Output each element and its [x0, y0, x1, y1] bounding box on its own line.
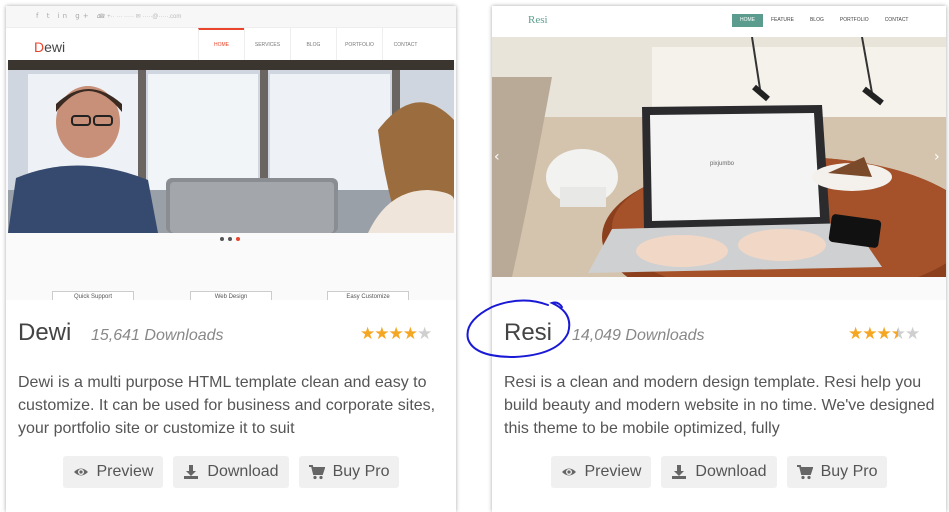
- feature-box: Web Design: [190, 291, 272, 300]
- svg-text:pixjumbo: pixjumbo: [710, 161, 735, 167]
- rating-stars: ★★★★★: [360, 324, 432, 344]
- thumbnail-nav-item: PORTFOLIO: [336, 28, 382, 62]
- download-button[interactable]: Download: [173, 456, 289, 488]
- star-icon: ★: [417, 324, 432, 344]
- star-icon: ★: [402, 324, 418, 344]
- download-label: Download: [207, 463, 279, 480]
- action-buttons: Preview Download Buy Pro: [6, 456, 456, 488]
- template-description: Resi is a clean and modern design templa…: [504, 374, 935, 437]
- thumbnail-nav-item: BLOG: [809, 17, 824, 23]
- thumbnail-header: Dewi HOME SERVICES BLOG PORTFOLIO CONTAC…: [6, 28, 456, 62]
- template-description: Dewi is a multi purpose HTML template cl…: [18, 374, 436, 437]
- star-icon: ★: [374, 324, 389, 344]
- template-card-resi: Resi HOME FEATURE BLOG PORTFOLIO CONTACT: [492, 6, 946, 512]
- template-title[interactable]: Resi: [504, 319, 552, 347]
- thumbnail-topbar: f t in g+ ⌂ ☎ +·· ··· ····· ✉ ·····@····…: [6, 6, 456, 28]
- star-icon: ★: [848, 324, 863, 344]
- rating-stars: ★★★★★: [848, 324, 920, 344]
- slider-dots[interactable]: [220, 237, 240, 243]
- social-icons: f t in g+ ⌂: [36, 12, 105, 20]
- eye-icon: [561, 468, 576, 476]
- template-card-dewi: f t in g+ ⌂ ☎ +·· ··· ····· ✉ ·····@····…: [6, 6, 456, 512]
- thumbnail-nav-item: HOME: [198, 28, 244, 62]
- thumbnail-nav-item: HOME: [732, 14, 763, 27]
- thumbnail-nav: HOME SERVICES BLOG PORTFOLIO CONTACT: [198, 28, 428, 62]
- template-info: Resi 14,049 Downloads ★★★★★ Resi is a cl…: [492, 300, 946, 512]
- svg-text:›: ›: [934, 149, 940, 165]
- cart-icon: [308, 465, 325, 480]
- preview-label: Preview: [584, 463, 642, 480]
- preview-label: Preview: [96, 463, 154, 480]
- thumbnail-logo: Resi: [528, 14, 548, 26]
- preview-button[interactable]: Preview: [550, 456, 652, 488]
- thumbnail-header: Resi HOME FEATURE BLOG PORTFOLIO CONTACT: [492, 6, 946, 37]
- star-icon: ★: [905, 324, 920, 344]
- thumbnail-nav-item: SERVICES: [244, 28, 290, 62]
- hero-photo: pixjumbo ‹ ›: [492, 37, 946, 277]
- download-label: Download: [695, 463, 767, 480]
- hero-photo: [8, 60, 454, 233]
- star-icon: ★: [360, 324, 375, 344]
- feature-box: Quick Support: [52, 291, 134, 300]
- svg-text:‹: ‹: [494, 149, 500, 165]
- star-icon: ★: [388, 324, 404, 344]
- buy-pro-button[interactable]: Buy Pro: [298, 456, 400, 488]
- download-count: 15,641 Downloads: [91, 327, 224, 344]
- thumbnail-logo: Dewi: [34, 39, 66, 55]
- template-title[interactable]: Dewi: [18, 319, 71, 347]
- download-button[interactable]: Download: [661, 456, 777, 488]
- thumbnail-nav-item: FEATURE: [771, 17, 794, 23]
- star-icon: ★: [890, 324, 906, 344]
- template-thumbnail[interactable]: Resi HOME FEATURE BLOG PORTFOLIO CONTACT: [492, 6, 946, 300]
- download-icon: [672, 465, 687, 479]
- thumbnail-nav-item: CONTACT: [382, 28, 428, 62]
- eye-icon: [73, 468, 88, 476]
- star-icon: ★: [876, 324, 892, 344]
- feature-box: Easy Customize: [327, 291, 409, 300]
- star-icon: ★: [862, 324, 877, 344]
- thumbnail-nav-item: PORTFOLIO: [839, 17, 869, 23]
- buy-pro-button[interactable]: Buy Pro: [786, 456, 888, 488]
- buy-pro-label: Buy Pro: [332, 463, 390, 480]
- thumbnail-nav: HOME FEATURE BLOG PORTFOLIO CONTACT: [732, 14, 916, 27]
- thumbnail-nav-item: BLOG: [290, 28, 336, 62]
- action-buttons: Preview Download Buy Pro: [492, 456, 946, 488]
- download-count: 14,049 Downloads: [572, 327, 705, 344]
- template-thumbnail[interactable]: f t in g+ ⌂ ☎ +·· ··· ····· ✉ ·····@····…: [6, 6, 456, 300]
- download-icon: [184, 465, 199, 479]
- buy-pro-label: Buy Pro: [820, 463, 878, 480]
- preview-button[interactable]: Preview: [62, 456, 164, 488]
- contact-info: ☎ +·· ··· ····· ✉ ·····@·····.com: [98, 14, 182, 20]
- cart-icon: [796, 465, 813, 480]
- thumbnail-nav-item: CONTACT: [884, 17, 909, 23]
- template-info: Dewi 15,641 Downloads ★★★★★ Dewi is a mu…: [6, 300, 456, 512]
